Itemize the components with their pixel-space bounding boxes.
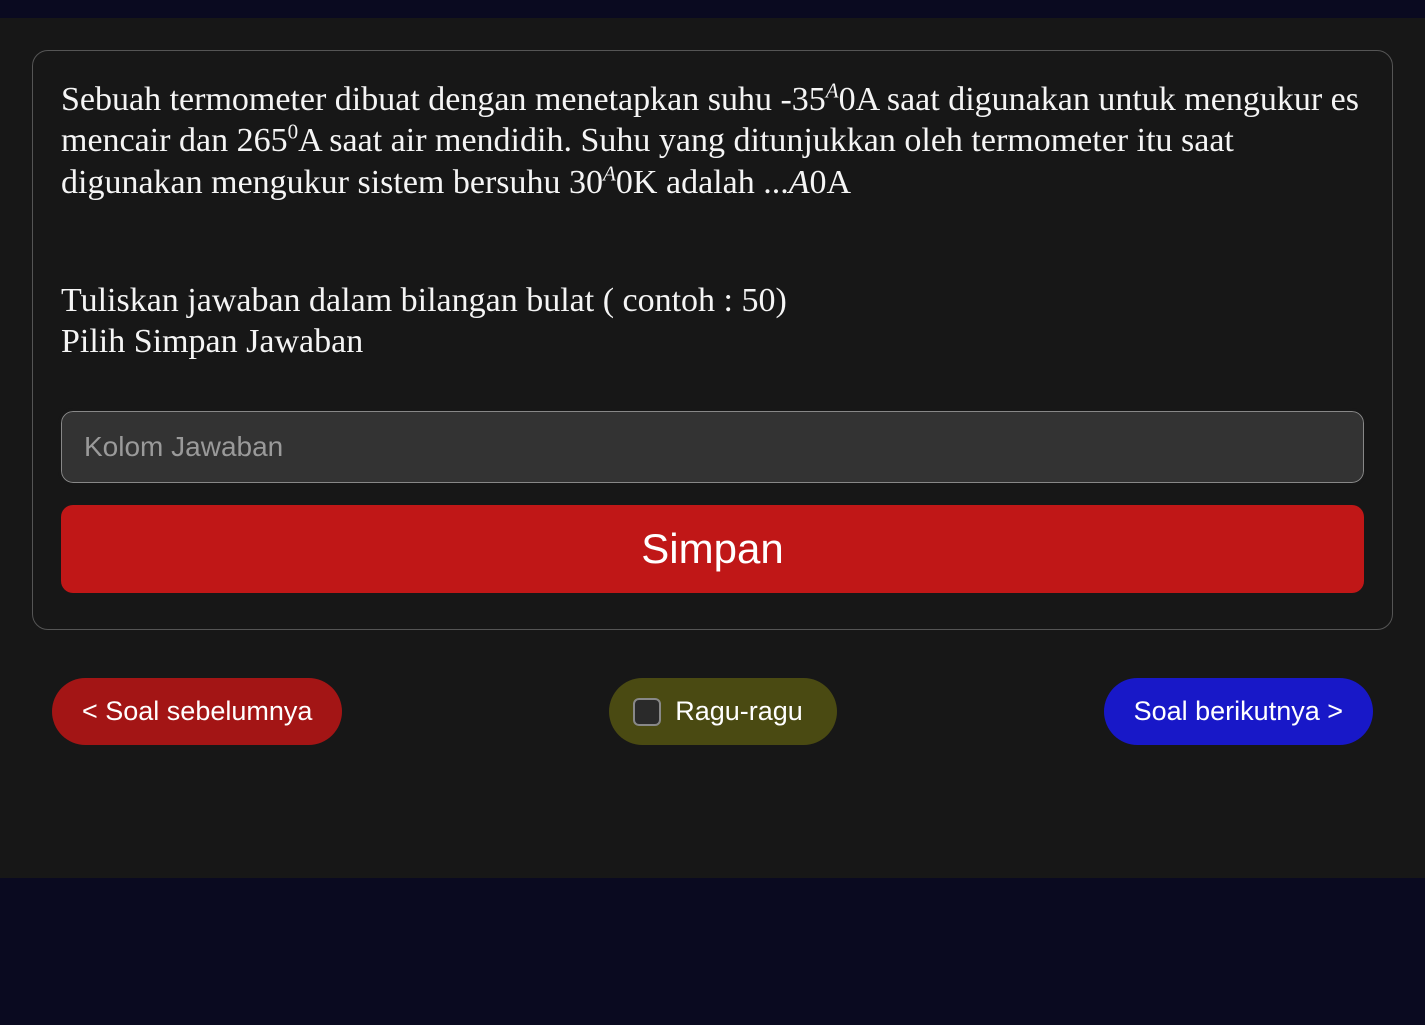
- next-question-button[interactable]: Soal berikutnya >: [1104, 678, 1373, 745]
- instr-line-2: Pilih Simpan Jawaban: [61, 323, 363, 360]
- doubt-checkbox-icon: [633, 698, 661, 726]
- app-frame: Sebuah termometer dibuat dengan menetapk…: [0, 0, 1425, 1025]
- answer-input[interactable]: [61, 411, 1364, 483]
- instr-line-1: Tuliskan jawaban dalam bilangan bulat ( …: [61, 282, 787, 319]
- q-sup-2: 0: [288, 120, 299, 144]
- q-tail-ital: A: [789, 164, 810, 201]
- question-text: Sebuah termometer dibuat dengan menetapk…: [61, 79, 1364, 203]
- answer-instructions: Tuliskan jawaban dalam bilangan bulat ( …: [61, 281, 1364, 363]
- prev-question-button[interactable]: < Soal sebelumnya: [52, 678, 342, 745]
- q-tail: 0A: [809, 164, 851, 201]
- q-seg-4: 0K adalah ...: [616, 164, 789, 201]
- doubt-label: Ragu-ragu: [675, 696, 803, 727]
- save-button[interactable]: Simpan: [61, 505, 1364, 593]
- nav-row: < Soal sebelumnya Ragu-ragu Soal berikut…: [32, 678, 1393, 745]
- q-sup-3: A: [603, 162, 616, 186]
- q-seg-1: Sebuah termometer dibuat dengan menetapk…: [61, 81, 826, 118]
- doubt-toggle[interactable]: Ragu-ragu: [609, 678, 837, 745]
- question-card: Sebuah termometer dibuat dengan menetapk…: [32, 50, 1393, 630]
- q-sup-1: A: [826, 79, 839, 103]
- page-body: Sebuah termometer dibuat dengan menetapk…: [0, 18, 1425, 878]
